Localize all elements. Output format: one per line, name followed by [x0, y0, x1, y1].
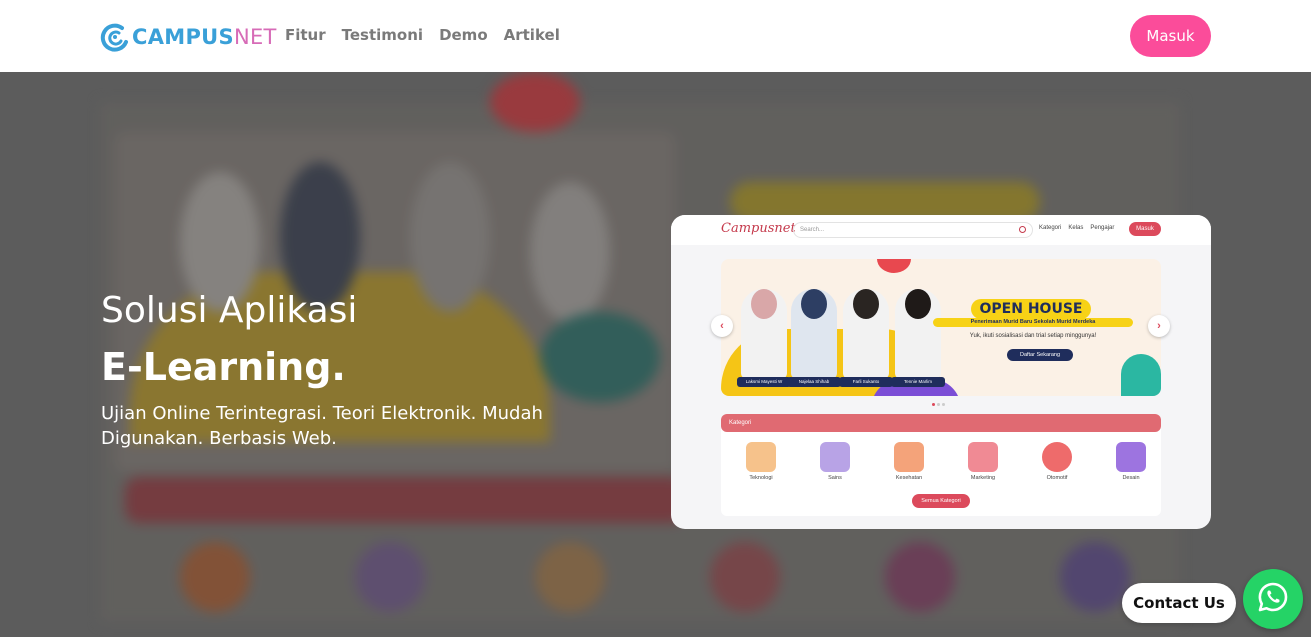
preview-menu-pengajar: Pengajar [1090, 225, 1115, 231]
chevron-left-icon: ‹ [711, 315, 733, 337]
search-icon [1019, 226, 1026, 233]
hero-title-emphasis: E-Learning. [101, 345, 346, 389]
all-categories-button: Semua Kategori [912, 494, 970, 508]
preview-logo: Campusnet [721, 221, 796, 236]
main-nav: Fitur Testimoni Demo Artikel [285, 26, 560, 44]
automotive-icon [1042, 442, 1072, 472]
banner-person: Farli Sukanto [839, 289, 893, 387]
hero-subtitle: Ujian Online Terintegrasi. Teori Elektro… [101, 403, 543, 449]
preview-menu-kategori: Kategori [1039, 225, 1062, 231]
navbar: CAMPUSNET Fitur Testimoni Demo Artikel M… [0, 0, 1311, 72]
contact-us-button[interactable]: Contact Us [1122, 583, 1236, 623]
hero-title: Solusi Aplikasi [101, 290, 358, 331]
preview-navbar: Campusnet Search... Kategori Kelas Penga… [671, 215, 1211, 245]
carousel-dots [932, 403, 945, 406]
banner-subtitle: Penerimaan Murid Baru Sekolah Murid Merd… [933, 318, 1133, 327]
design-icon [1116, 442, 1146, 472]
category-kesehatan: Kesehatan [884, 442, 934, 481]
whatsapp-button[interactable] [1243, 569, 1303, 629]
preview-menu: Kategori Kelas Pengajar [1039, 225, 1114, 231]
preview-menu-kelas: Kelas [1068, 225, 1084, 231]
nav-link-artikel[interactable]: Artikel [504, 26, 560, 44]
marketing-icon [968, 442, 998, 472]
preview-category-card: Kategori Teknologi Sains Kesehatan Marke… [721, 414, 1161, 516]
campusnet-logo[interactable]: CAMPUSNET [100, 20, 277, 54]
nav-link-demo[interactable]: Demo [439, 26, 488, 44]
campusnet-logo-icon [100, 22, 130, 52]
banner-title: OPEN HOUSE [971, 299, 1091, 319]
preview-banner: Laksmi Mayesti W Najelaa Shihab Farli Su… [721, 259, 1161, 396]
nav-link-fitur[interactable]: Fitur [285, 26, 326, 44]
category-marketing: Marketing [958, 442, 1008, 481]
category-teknologi: Teknologi [736, 442, 786, 481]
nav-link-testimoni[interactable]: Testimoni [342, 26, 423, 44]
campusnet-logo-text: CAMPUSNET [132, 25, 277, 49]
banner-note: Yuk, ikuti sosialisasi dan trial setiap … [969, 333, 1097, 339]
chevron-right-icon: › [1148, 315, 1170, 337]
preview-search-input: Search... [793, 222, 1033, 238]
category-header: Kategori [721, 414, 1161, 432]
app-preview-screenshot: Campusnet Search... Kategori Kelas Penga… [671, 215, 1211, 529]
category-desain: Desain [1106, 442, 1156, 481]
banner-person: Najelaa Shihab [787, 289, 841, 387]
banner-register-button: Daftar Sekarang [1007, 349, 1073, 361]
login-button[interactable]: Masuk [1130, 15, 1211, 57]
preview-login-button: Masuk [1129, 222, 1161, 236]
whatsapp-icon [1256, 580, 1290, 619]
health-icon [894, 442, 924, 472]
technology-icon [746, 442, 776, 472]
category-otomotif: Otomotif [1032, 442, 1082, 481]
banner-person: Laksmi Mayesti W [737, 289, 791, 387]
category-sains: Sains [810, 442, 860, 481]
science-icon [820, 442, 850, 472]
